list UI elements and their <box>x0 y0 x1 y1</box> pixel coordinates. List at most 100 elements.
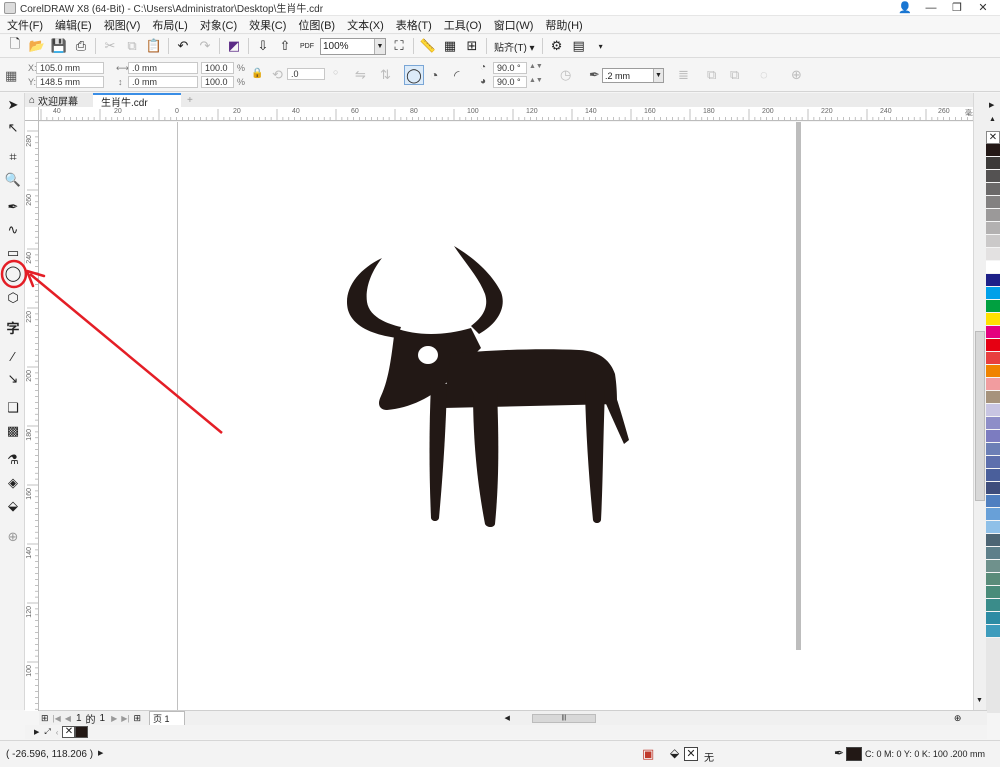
pie-mode-icon[interactable]: ◔ <box>430 67 438 83</box>
connector-tool-icon[interactable]: ↘ <box>3 369 23 389</box>
text-tool-icon[interactable]: 字 <box>3 317 23 337</box>
color-swatch[interactable] <box>986 170 1000 183</box>
hscroll-thumb[interactable]: ||| <box>531 713 596 723</box>
color-swatch[interactable] <box>986 404 1000 417</box>
show-grid-icon[interactable]: ▦ <box>439 36 461 56</box>
transparency-tool-icon[interactable]: ▩ <box>3 421 23 441</box>
polygon-tool-icon[interactable]: ⬡ <box>3 288 23 308</box>
shape-tool-icon[interactable]: ↖ <box>3 118 23 138</box>
change-direction-icon[interactable]: ◷ <box>560 67 571 83</box>
convert-to-curves-icon[interactable]: ◌ <box>760 67 768 82</box>
mirror-vertical-icon[interactable]: ⇅ <box>380 67 391 83</box>
ellipse-icon[interactable]: ◯ <box>3 263 23 283</box>
menu-effects[interactable]: 效果(C) <box>249 17 286 33</box>
next-page-icon[interactable]: ▶ <box>111 714 117 723</box>
crop-tool-icon[interactable]: ⌗ <box>3 147 23 167</box>
parallel-dimension-tool-icon[interactable]: ⁄ <box>3 346 23 366</box>
arc-mode-icon[interactable]: ◜ <box>454 67 459 84</box>
palette-scroll-up2-icon[interactable]: ▲ <box>989 116 996 123</box>
application-launcher-icon[interactable]: ▤ <box>568 36 590 56</box>
color-swatch[interactable] <box>986 365 1000 378</box>
to-back-icon[interactable]: ⧉ <box>730 67 739 83</box>
object-origin-icon[interactable]: ▦ <box>5 68 17 84</box>
zoom-level-select[interactable]: 100% ▼ <box>320 37 386 55</box>
new-tab-button[interactable]: + <box>183 93 197 107</box>
color-swatch[interactable] <box>986 157 1000 170</box>
restore-button[interactable]: ❐ <box>944 0 970 15</box>
color-swatch[interactable] <box>986 313 1000 326</box>
scroll-down-icon[interactable]: ▼ <box>976 697 983 704</box>
artistic-media-tool-icon[interactable]: ∿ <box>3 220 23 240</box>
launcher-chevron-icon[interactable]: ▾ <box>590 36 612 56</box>
color-swatch[interactable] <box>986 612 1000 625</box>
zoom-corner-icon[interactable]: ⊕ <box>954 713 962 724</box>
color-swatch[interactable] <box>986 274 1000 287</box>
menu-tools[interactable]: 工具(O) <box>444 17 482 33</box>
user-icon[interactable]: 👤 <box>892 0 918 15</box>
add-page-before-icon[interactable]: ⊞ <box>41 713 49 724</box>
pick-tool-icon[interactable]: ➤ <box>3 95 23 115</box>
menu-object[interactable]: 对象(C) <box>200 17 237 33</box>
color-swatch[interactable] <box>986 235 1000 248</box>
color-swatch[interactable] <box>986 222 1000 235</box>
add-page-after-icon[interactable]: ⊞ <box>133 713 141 724</box>
outline-width-select[interactable]: .2 mm ▼ <box>602 68 664 83</box>
color-swatch[interactable] <box>986 417 1000 430</box>
drop-shadow-tool-icon[interactable]: ❑ <box>3 398 23 418</box>
ox-illustration[interactable] <box>39 122 973 710</box>
color-swatch[interactable] <box>986 469 1000 482</box>
first-page-icon[interactable]: |◀ <box>53 714 61 723</box>
rectangle-tool-icon[interactable]: ▭ <box>3 243 23 263</box>
color-swatch[interactable] <box>986 300 1000 313</box>
menu-layout[interactable]: 布局(L) <box>152 17 187 33</box>
scroll-thumb[interactable] <box>975 331 985 501</box>
menu-view[interactable]: 视图(V) <box>104 17 141 33</box>
publish-pdf-icon[interactable]: PDF <box>296 36 318 56</box>
start-angle-spinner[interactable]: ▲▼ <box>529 63 543 70</box>
docpal-black-swatch[interactable] <box>75 726 89 738</box>
menu-file[interactable]: 文件(F) <box>7 17 43 33</box>
palette-scroll-up-icon[interactable]: ▶ <box>989 101 994 109</box>
fill-none-swatch[interactable]: ✕ <box>684 747 698 761</box>
menu-edit[interactable]: 编辑(E) <box>55 17 92 33</box>
color-swatch[interactable] <box>986 261 1000 274</box>
color-swatch[interactable] <box>986 326 1000 339</box>
y-position-field[interactable]: 148.5 mm <box>36 76 104 88</box>
color-swatch[interactable] <box>986 521 1000 534</box>
color-swatch[interactable] <box>986 547 1000 560</box>
snap-to-menu[interactable]: 贴齐(T) ▾ <box>490 39 539 54</box>
menu-text[interactable]: 文本(X) <box>347 17 384 33</box>
color-swatch[interactable] <box>986 443 1000 456</box>
close-button[interactable]: ✕ <box>970 0 996 15</box>
color-swatch[interactable] <box>986 378 1000 391</box>
docpal-edit-icon[interactable]: ⤢ <box>44 727 50 737</box>
color-swatch[interactable] <box>986 248 1000 261</box>
color-swatch[interactable] <box>986 183 1000 196</box>
to-front-icon[interactable]: ⧉ <box>707 67 716 83</box>
color-swatch[interactable] <box>986 391 1000 404</box>
add-tool-icon[interactable]: ⊕ <box>3 527 23 547</box>
menu-bitmaps[interactable]: 位图(B) <box>298 17 335 33</box>
cut-icon[interactable]: ✂ <box>99 36 121 56</box>
open-icon[interactable]: 📂 <box>26 36 48 56</box>
menu-table[interactable]: 表格(T) <box>396 17 432 33</box>
canvas-vertical-scrollbar[interactable]: ▼ <box>973 93 986 710</box>
scale-height-field[interactable]: 100.0 <box>201 76 234 88</box>
width-field[interactable]: .0 mm <box>128 62 198 74</box>
import-icon[interactable]: ⇩ <box>252 36 274 56</box>
color-swatch[interactable] <box>986 534 1000 547</box>
print-icon[interactable]: ⎙ <box>70 36 92 56</box>
show-rulers-icon[interactable]: 📏 <box>417 36 439 56</box>
color-swatch[interactable] <box>986 144 1000 157</box>
new-document-icon[interactable]: 🗋 <box>4 36 26 56</box>
no-color-swatch[interactable]: ✕ <box>986 131 1000 144</box>
docpal-arrow-icon[interactable]: ▶ <box>34 728 39 736</box>
height-field[interactable]: .0 mm <box>128 76 198 88</box>
color-proof-icon[interactable]: ▣ <box>642 746 654 762</box>
freehand-tool-icon[interactable]: ✒ <box>3 197 23 217</box>
menu-window[interactable]: 窗口(W) <box>494 17 534 33</box>
full-screen-icon[interactable]: ⛶ <box>388 36 410 56</box>
last-page-icon[interactable]: ▶| <box>121 714 129 723</box>
text-wrap-icon[interactable]: ≣ <box>678 67 689 83</box>
color-swatch[interactable] <box>986 456 1000 469</box>
